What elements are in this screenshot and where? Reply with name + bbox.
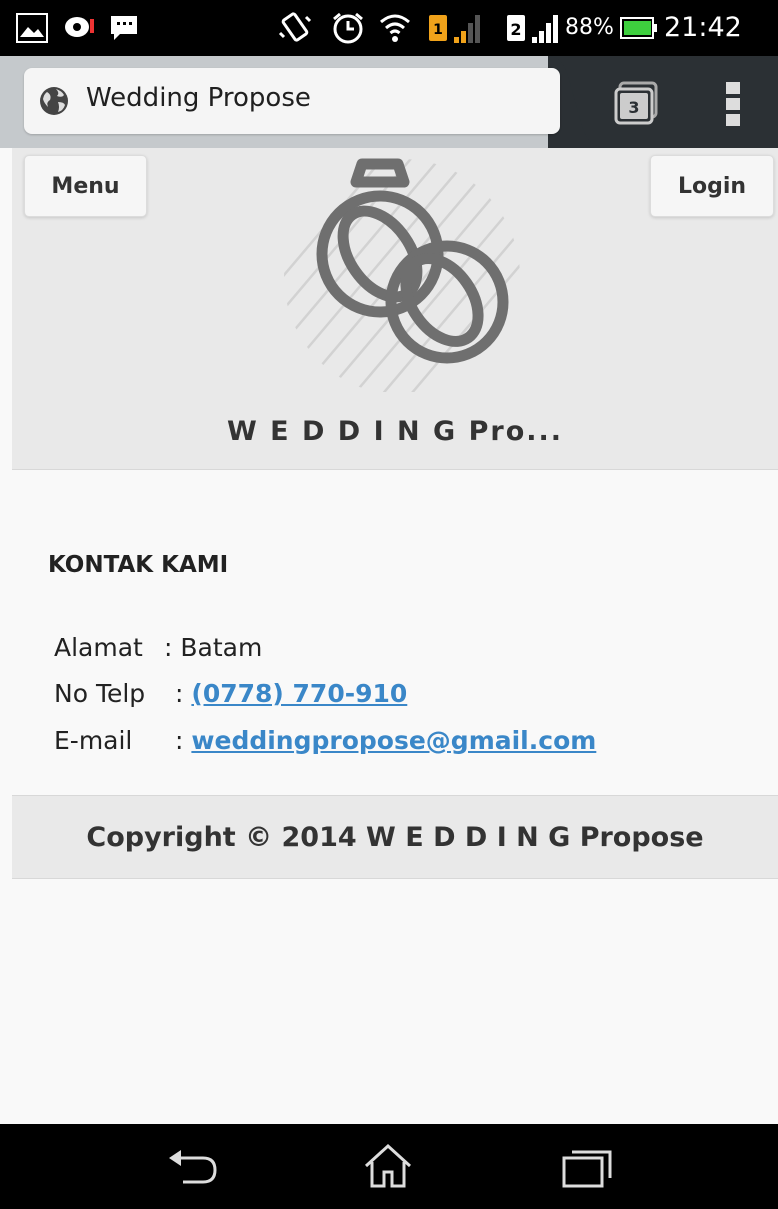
login-button[interactable]: Login [650,155,774,217]
home-icon[interactable] [358,1142,418,1192]
address-row: Alamat: Batam [54,633,262,662]
signal-icon [532,12,560,44]
wifi-icon [378,12,412,44]
phone-separator: : [175,679,184,708]
android-nav-bar [0,1124,778,1209]
site-header: Menu Login W E D D I N G Pro... [12,148,778,470]
phone-label: No Telp [54,679,146,708]
sim2-label: 2 [510,20,521,39]
omnibox[interactable]: Wedding Propose [24,68,560,134]
menu-button[interactable]: Menu [24,155,147,217]
copyright-text: Copyright © 2014 W E D D I N G Propose [86,822,704,853]
page-footer: Copyright © 2014 W E D D I N G Propose [12,795,778,879]
status-bar: 1 2 88% 21:42 [0,0,778,56]
back-icon[interactable] [163,1142,223,1192]
email-separator: : [175,726,184,755]
site-title: W E D D I N G Pro... [226,416,564,447]
phone-row: No Telp: (0778) 770-910 [54,679,407,708]
globe-icon [40,87,68,115]
wedding-rings-logo [284,158,520,392]
page-title: Wedding Propose [86,83,311,113]
sim1-icon: 1 [428,12,448,44]
tabs-icon[interactable]: 3 [614,81,660,125]
bbm-icon [62,12,96,44]
clock: 21:42 [664,12,742,43]
phone-link[interactable]: (0778) 770-910 [191,679,407,708]
overflow-menu-icon[interactable] [722,80,746,128]
tab-count: 3 [628,98,639,117]
battery-percent: 88% [565,15,614,40]
chat-icon [108,12,140,44]
address-label: Alamat [54,633,143,662]
browser-toolbar: Wedding Propose 3 [0,56,778,148]
email-label: E-mail [54,726,133,755]
gallery-icon [16,12,48,44]
sim1-label: 1 [433,22,443,38]
address-value: Batam [180,633,263,662]
address-separator: : [164,633,173,662]
contact-section: KONTAK KAMI Alamat: Batam No Telp: (0778… [12,471,778,796]
email-link[interactable]: weddingpropose@gmail.com [191,726,596,755]
battery-icon [620,12,658,44]
sim2-icon: 2 [506,12,526,44]
vibrate-icon [276,12,316,44]
email-row: E-mail: weddingpropose@gmail.com [54,726,596,755]
recent-apps-icon[interactable] [558,1142,618,1192]
alarm-icon [330,12,366,44]
contact-heading: KONTAK KAMI [48,552,229,578]
signal-icon [454,12,482,44]
